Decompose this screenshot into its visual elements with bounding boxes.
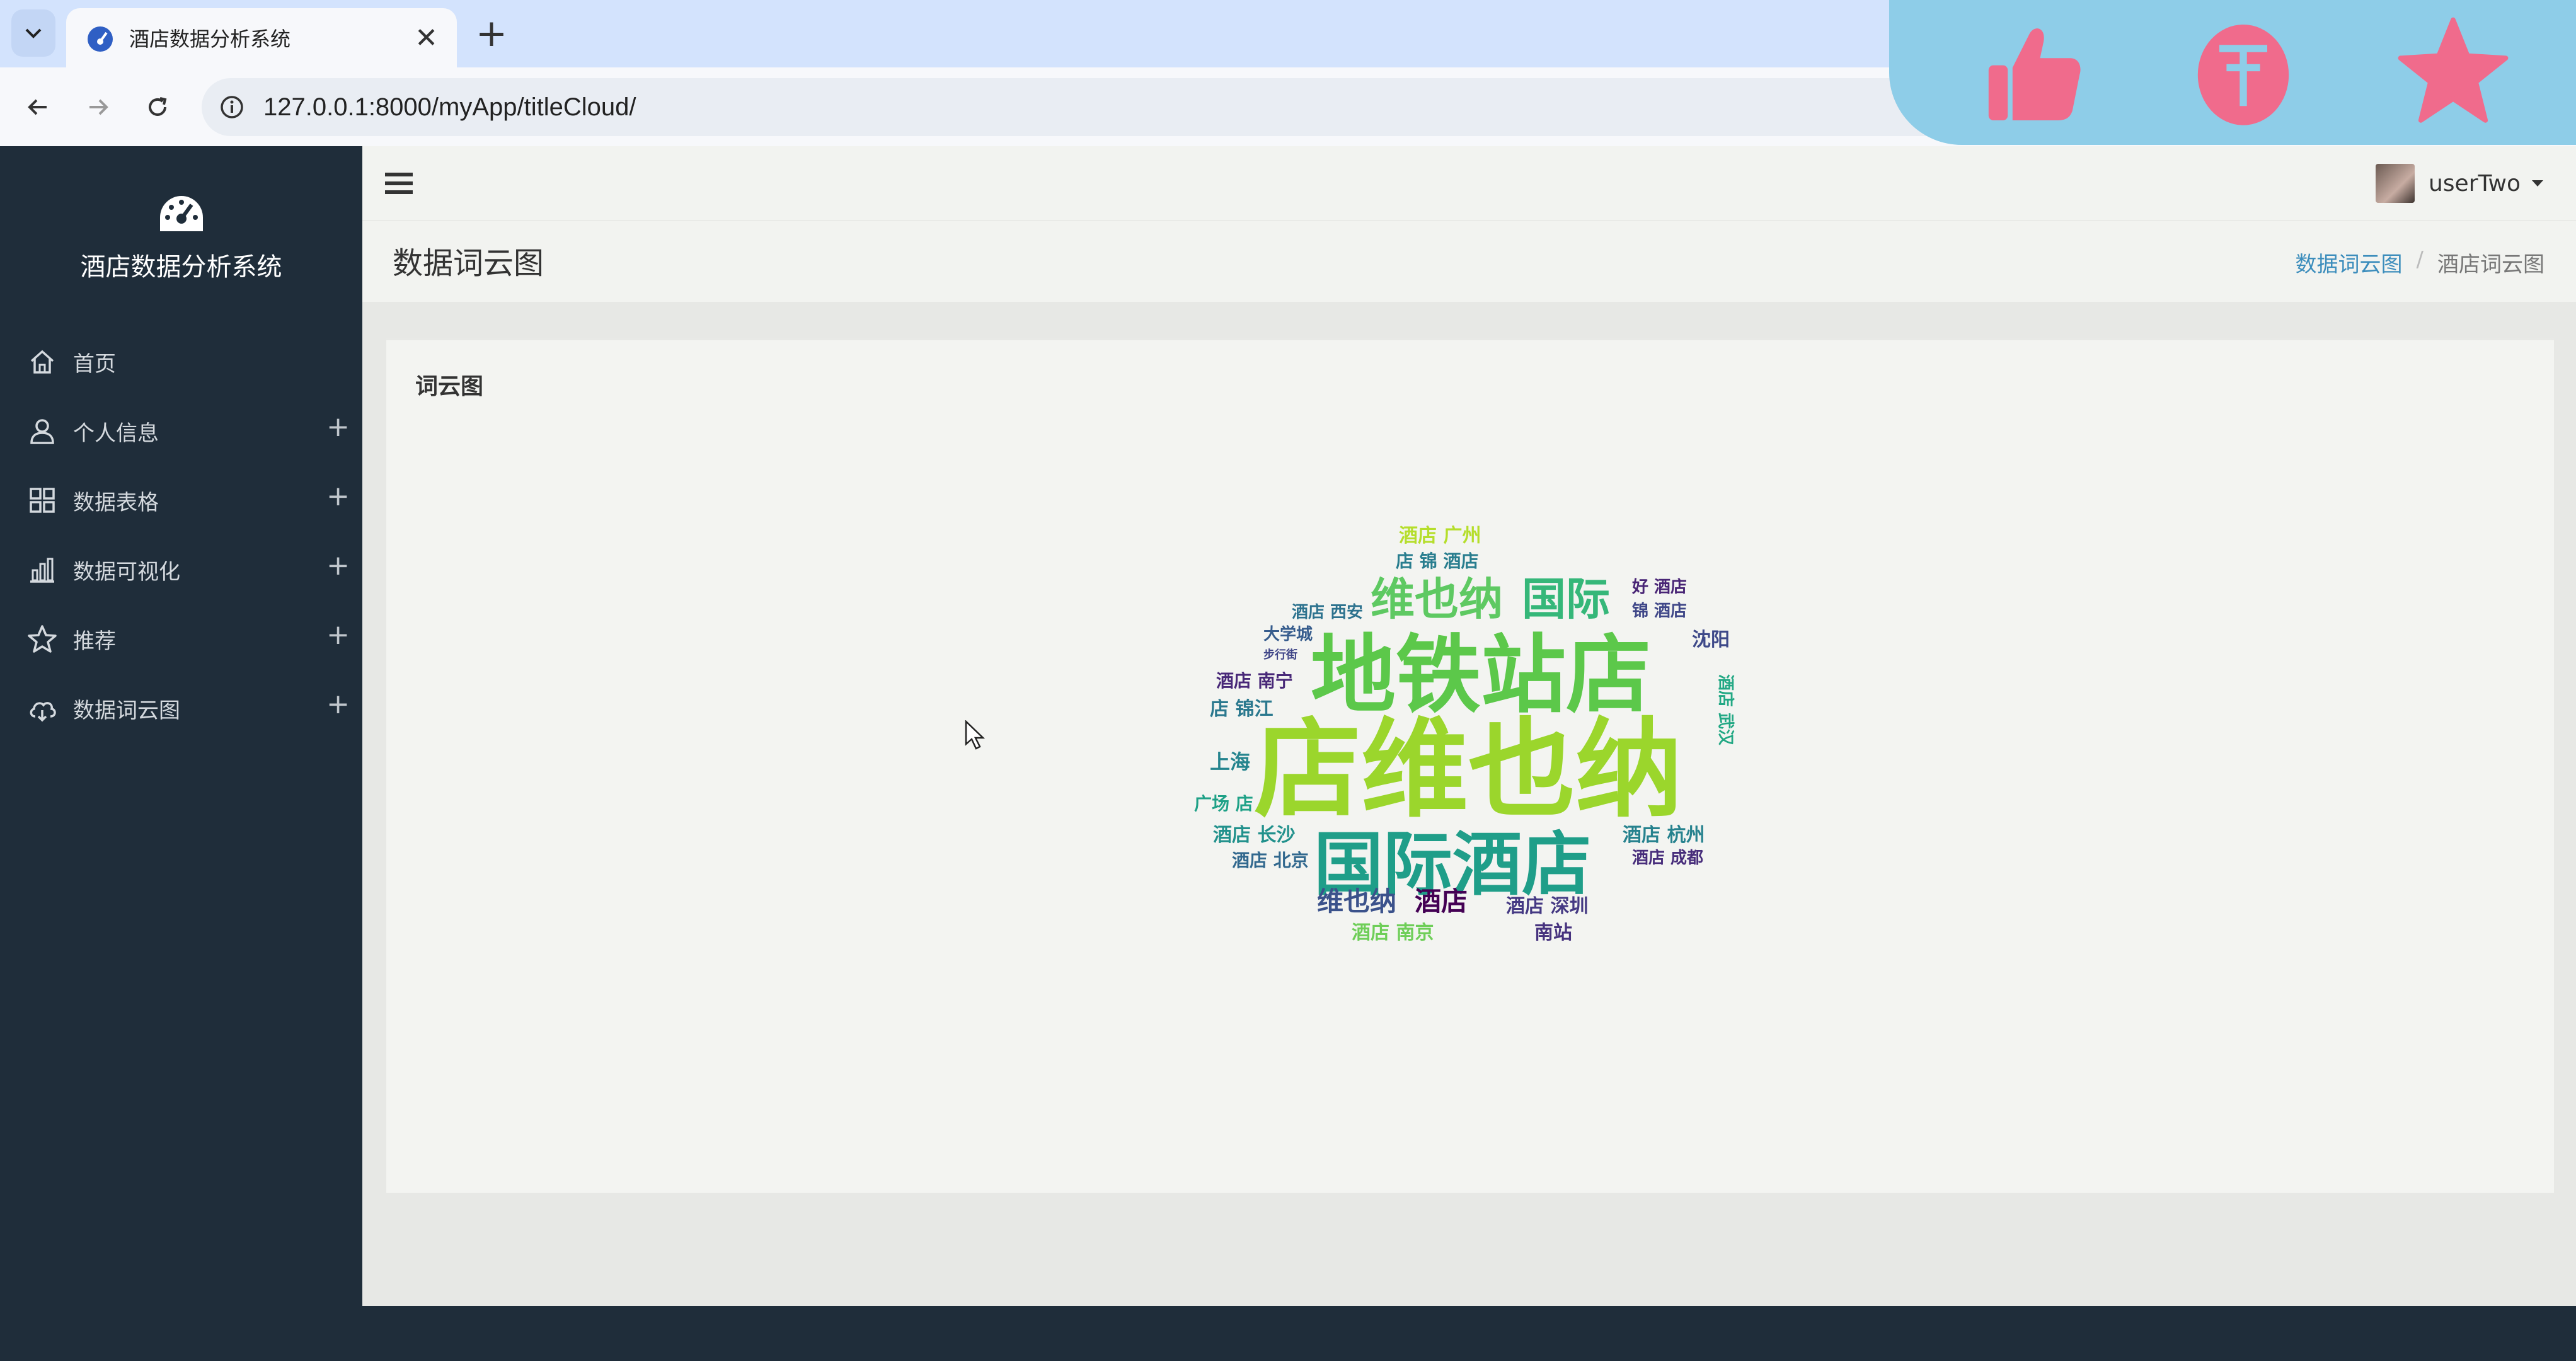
cloud-word: 酒店 成都 (1632, 849, 1703, 868)
cloud-word: 上海 (1210, 750, 1250, 774)
cloud-word: 店 锦 酒店 (1396, 551, 1479, 571)
arrow-right-icon (89, 99, 108, 115)
brand-title: 酒店数据分析系统 (80, 253, 282, 282)
user-icon (30, 419, 54, 444)
grid-icon (30, 488, 55, 513)
forward-button[interactable] (74, 83, 122, 130)
user-menu[interactable]: userTwo (2375, 164, 2543, 203)
sidebar: 酒店数据分析系统 首页 个人信息 + 数据表格 + 数据可视化 + 推荐 + 数… (0, 146, 362, 1361)
dashboard-icon (159, 196, 203, 231)
tab-search-button[interactable] (11, 9, 55, 57)
breadcrumb-separator: / (2416, 247, 2424, 272)
url-text: 127.0.0.1:8000/myApp/titleCloud/ (263, 93, 636, 121)
cloud-word: 步行街 (1263, 648, 1297, 662)
sidebar-item-visualization[interactable]: 数据可视化 + (0, 538, 362, 601)
top-header: userTwo (362, 146, 2576, 220)
cloud-word: 酒店 南宁 (1216, 670, 1293, 691)
mouse-cursor-icon (965, 720, 986, 750)
cloud-word: 好 酒店 (1631, 578, 1687, 597)
browser-tab[interactable]: 酒店数据分析系统 ✕ (66, 8, 457, 67)
close-tab-icon[interactable]: ✕ (415, 22, 438, 54)
breadcrumb-current: 酒店词云图 (2437, 252, 2544, 277)
tab-title: 酒店数据分析系统 (129, 27, 291, 51)
home-icon (30, 350, 54, 374)
content-header: 数据词云图 数据词云图 / 酒店词云图 (362, 220, 2576, 302)
cloud-word: 酒店 长沙 (1213, 824, 1295, 846)
caret-down-icon (2532, 180, 2543, 187)
chevron-down-icon (25, 28, 42, 38)
cloud-word: 维也纳 (1317, 886, 1396, 917)
sidebar-item-label: 数据表格 (73, 490, 159, 515)
cloud-word: 地铁站店 (1311, 626, 1651, 725)
floating-action-overlay (1889, 0, 2576, 145)
info-icon (221, 96, 243, 118)
cloud-word: 维也纳 (1371, 573, 1503, 625)
card-title: 词云图 (415, 374, 484, 399)
cloud-word: 酒店 广州 (1399, 525, 1481, 547)
back-button[interactable] (14, 83, 61, 130)
expand-plus-icon: + (326, 688, 350, 720)
username: userTwo (2428, 170, 2521, 197)
reload-icon (148, 96, 166, 116)
cloud-word: 南站 (1534, 922, 1572, 944)
cloud-word: 酒店 深圳 (1506, 895, 1588, 917)
cloud-word: 大学城 (1263, 624, 1313, 644)
breadcrumb-link[interactable]: 数据词云图 (2296, 247, 2403, 278)
cloud-icon (30, 702, 56, 722)
cloud-word: 酒店 武汉 (1716, 674, 1735, 746)
hamburger-menu-icon[interactable] (385, 171, 413, 195)
word-cloud-svg: 店维也纳 地铁站店 国际酒店 维也纳 国际 维也纳 酒店 酒店 广州 酒店 杭州… (1194, 525, 1735, 944)
word-cloud: 店维也纳 地铁站店 国际酒店 维也纳 国际 维也纳 酒店 酒店 广州 酒店 杭州… (1191, 504, 1758, 964)
avatar (2375, 164, 2415, 203)
brand: 酒店数据分析系统 (0, 193, 362, 283)
sidebar-item-label: 推荐 (73, 628, 116, 654)
page-title: 数据词云图 (393, 246, 544, 281)
sidebar-item-home[interactable]: 首页 (0, 330, 362, 393)
cloud-word: 沈阳 (1692, 629, 1730, 651)
sidebar-item-label: 数据词云图 (73, 698, 180, 723)
cloud-word: 店维也纳 (1254, 708, 1682, 832)
breadcrumb: 数据词云图 / 酒店词云图 (2296, 247, 2544, 278)
sidebar-item-profile[interactable]: 个人信息 + (0, 399, 362, 462)
sidebar-item-label: 个人信息 (73, 420, 159, 446)
cloud-word: 酒店 杭州 (1623, 824, 1705, 846)
new-tab-button[interactable]: + (469, 11, 514, 55)
coin-icon[interactable] (2183, 13, 2303, 132)
cloud-word: 酒店 西安 (1292, 603, 1363, 622)
cloud-word: 锦 酒店 (1632, 601, 1687, 621)
sidebar-item-data-table[interactable]: 数据表格 + (0, 469, 362, 532)
cloud-word: 国际 (1522, 573, 1610, 625)
star-favorite-icon[interactable] (2393, 13, 2513, 132)
sidebar-item-recommend[interactable]: 推荐 + (0, 607, 362, 670)
expand-plus-icon: + (326, 480, 350, 512)
reload-button[interactable] (134, 83, 181, 130)
cloud-word: 酒店 (1415, 886, 1468, 917)
sidebar-item-label: 首页 (73, 351, 116, 377)
star-icon (28, 625, 57, 653)
expand-plus-icon: + (326, 619, 350, 651)
thumbs-up-icon[interactable] (1974, 13, 2094, 132)
footer-bar (362, 1306, 2576, 1361)
cloud-word: 店 锦江 (1210, 698, 1273, 720)
cloud-word: 酒店 南京 (1352, 922, 1434, 944)
arrow-left-icon (27, 99, 47, 115)
expand-plus-icon: + (326, 411, 350, 443)
dashboard-icon (88, 26, 113, 52)
sidebar-item-wordcloud[interactable]: 数据词云图 + (0, 677, 362, 740)
sidebar-item-label: 数据可视化 (73, 559, 180, 585)
cloud-word: 广场 店 (1194, 793, 1253, 814)
bar-chart-icon (30, 558, 54, 583)
cloud-word: 酒店 北京 (1232, 850, 1309, 871)
expand-plus-icon: + (326, 549, 350, 582)
